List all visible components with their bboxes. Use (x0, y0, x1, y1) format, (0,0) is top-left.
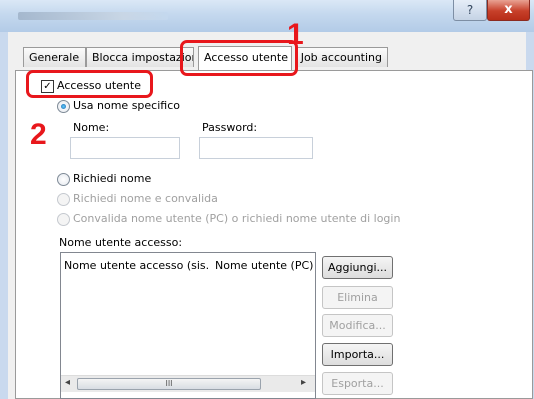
name-input[interactable] (70, 137, 180, 159)
prompt-name-validate-radio[interactable] (57, 193, 70, 206)
close-icon: x (504, 2, 513, 17)
tab-label: Blocca impostazioni (92, 51, 194, 64)
help-button[interactable]: ? (453, 0, 487, 21)
add-button[interactable]: Aggiungi... (322, 256, 393, 279)
help-icon: ? (466, 3, 474, 17)
prompt-name-validate-label: Richiedi nome e convalida (73, 192, 218, 205)
prompt-name-radio[interactable] (57, 173, 70, 186)
grip-icon: III (165, 379, 173, 388)
name-label: Nome: (73, 121, 110, 134)
scroll-right-icon[interactable]: ▸ (301, 377, 306, 388)
step-2-callout: 2 (30, 118, 47, 151)
tab-label: Job accounting (300, 51, 382, 64)
login-list-title: Nome utente accesso: (59, 236, 183, 249)
login-name-list[interactable]: Nome utente accesso (sis... Nome utente … (60, 252, 316, 399)
export-button[interactable]: Esporta... (322, 372, 393, 395)
tab-blocca-impostazioni[interactable]: Blocca impostazioni (86, 47, 194, 67)
tab-label: Accesso utente (204, 51, 288, 64)
scroll-thumb[interactable]: III (77, 378, 261, 390)
edit-button[interactable]: Modifica... (322, 314, 393, 337)
close-button[interactable]: x (487, 0, 530, 21)
prompt-name-label: Richiedi nome (73, 172, 152, 185)
tab-label: Generale (29, 51, 80, 64)
tab-job-accounting[interactable]: Job accounting (296, 47, 388, 67)
checkbox-highlight (26, 70, 153, 98)
validate-pc-label: Convalida nome utente (PC) o richiedi no… (73, 212, 401, 225)
delete-button[interactable]: Elimina (322, 286, 393, 309)
use-specific-name-radio[interactable] (57, 100, 70, 113)
import-button[interactable]: Importa... (322, 343, 393, 366)
validate-pc-radio[interactable] (57, 213, 70, 226)
column-header-login-name[interactable]: Nome utente accesso (sis... (64, 253, 210, 281)
title-bar: ? x (0, 0, 534, 32)
password-input[interactable] (199, 137, 313, 159)
window-title (18, 12, 168, 20)
column-header-pc-name[interactable]: Nome utente (PC) (215, 253, 315, 281)
password-label: Password: (202, 121, 258, 134)
scroll-left-icon[interactable]: ◂ (65, 377, 70, 388)
use-specific-name-label: Usa nome specifico (73, 99, 180, 112)
tab-generale[interactable]: Generale (23, 47, 86, 67)
tab-accesso-utente[interactable]: Accesso utente (198, 46, 292, 70)
horizontal-scrollbar[interactable]: ◂ III ▸ (61, 375, 315, 392)
